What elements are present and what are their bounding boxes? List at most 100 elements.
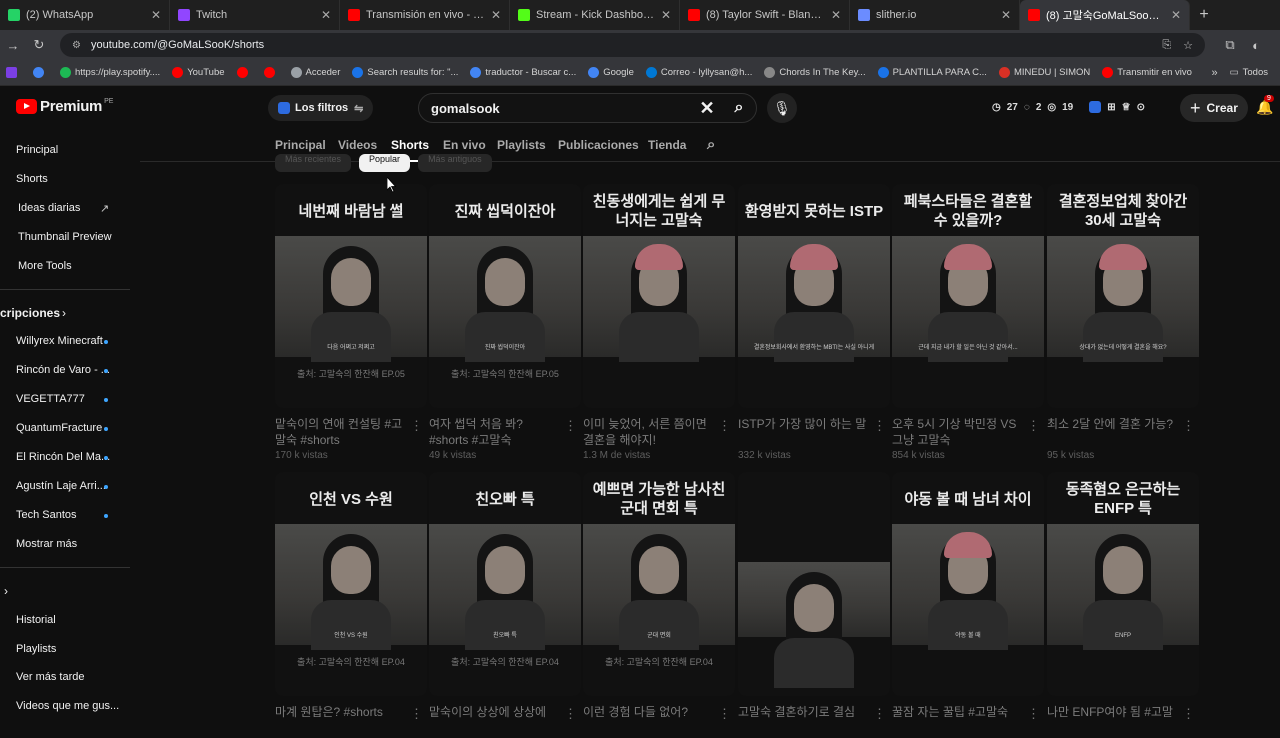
tab-videos[interactable]: Videos xyxy=(338,138,377,152)
short-card[interactable]: 친동생에게는 쉽게 무너지는 고말숙이미 늦었어, 서른 쯤이면 결혼을 해야지… xyxy=(583,184,735,461)
search-input[interactable]: gomalsook xyxy=(431,101,500,116)
more-actions-icon[interactable]: ⋮ xyxy=(873,418,886,434)
browser-tab[interactable]: Transmisión en vivo - YouTube ✕ xyxy=(340,0,510,30)
browser-tab[interactable]: Stream - Kick Dashboard ✕ xyxy=(510,0,680,30)
close-tab-icon[interactable]: ✕ xyxy=(1171,8,1181,22)
short-card[interactable]: 고말숙 결혼하기로 결심 ⋮ xyxy=(738,472,890,738)
short-title[interactable]: ISTP가 가장 많이 하는 말 xyxy=(738,416,868,448)
bookmark-item[interactable] xyxy=(236,67,252,78)
sub-item[interactable]: Willyrex Minecraft xyxy=(16,335,103,347)
new-tab-icon[interactable]: + xyxy=(1190,6,1218,24)
extensions-icon[interactable]: ⧉ xyxy=(1217,37,1243,53)
short-title[interactable]: 이미 늦었어, 서른 쯤이면 결혼을 해야지! xyxy=(583,416,713,448)
close-tab-icon[interactable]: ✕ xyxy=(661,8,671,22)
notifications-icon[interactable]: 🔔 9 xyxy=(1256,95,1274,116)
sidebar-item-more-tools[interactable]: More Tools xyxy=(18,260,72,272)
channel-search-icon[interactable]: ⌕ xyxy=(707,136,715,153)
bookmark-item[interactable] xyxy=(263,67,279,78)
more-actions-icon[interactable]: ⋮ xyxy=(1182,418,1195,434)
trophy-icon[interactable]: ♕ xyxy=(1122,102,1131,113)
sub-item[interactable]: Rincón de Varo - ... xyxy=(16,364,110,376)
sidebar-item-history[interactable]: Historial xyxy=(16,614,56,626)
browser-tab[interactable]: Twitch ✕ xyxy=(170,0,340,30)
short-card[interactable]: 야동 볼 때 남녀 차이 야동 볼 때 꿀잠 자는 꿀팁 #고말숙 ⋮ xyxy=(892,472,1044,738)
show-more-button[interactable]: Mostrar más xyxy=(16,538,77,550)
sub-item[interactable]: Agustín Laje Arri... xyxy=(16,480,106,492)
short-card[interactable]: 인천 VS 수원 인천 VS 수원 출처: 고말숙의 한잔해 EP.04 마계 원탑은… xyxy=(275,472,427,738)
short-card[interactable]: 결혼정보업체 찾아간 30세 고말숙 상대가 없는데 어떻게 결혼을 해요? 최소 … xyxy=(1047,184,1199,461)
search-bar[interactable]: gomalsook ✕ ⌕ xyxy=(418,93,757,123)
short-title[interactable]: 맡숙이의 상상에 상상에 xyxy=(429,704,559,736)
short-thumbnail[interactable]: 동족혐오 은근하는 ENFP 특 ENFP xyxy=(1047,472,1199,696)
sub-item[interactable]: El Rincón Del Ma... xyxy=(16,451,110,463)
clear-search-icon[interactable]: ✕ xyxy=(692,98,722,119)
sidebar-item-liked[interactable]: Videos que me gus... xyxy=(16,700,119,712)
close-tab-icon[interactable]: ✕ xyxy=(151,8,161,22)
close-tab-icon[interactable]: ✕ xyxy=(831,8,841,22)
bookmark-app-icon[interactable] xyxy=(6,67,21,78)
short-title[interactable]: 최소 2달 안에 결혼 가능? xyxy=(1047,416,1177,448)
short-thumbnail[interactable]: 친동생에게는 쉽게 무너지는 고말숙 xyxy=(583,184,735,408)
chip-oldest[interactable]: Más antiguos xyxy=(418,154,492,172)
bookmark-item[interactable]: https://play.spotify.... xyxy=(60,67,160,78)
search-icon[interactable]: ⌕ xyxy=(722,99,756,117)
tab-en-vivo[interactable]: En vivo xyxy=(443,138,486,152)
sub-item[interactable]: QuantumFracture xyxy=(16,422,102,434)
short-title[interactable]: 오후 5시 기상 박민정 VS 그냥 고말숙 xyxy=(892,416,1022,448)
bookmark-item[interactable]: Acceder xyxy=(290,67,340,78)
reload-icon[interactable]: ↻ xyxy=(26,37,52,53)
bookmark-item[interactable]: Google xyxy=(588,67,634,78)
filters-button[interactable]: Los filtros ⇋ xyxy=(268,95,374,121)
site-info-icon[interactable]: ⚙ xyxy=(72,40,81,51)
profile-icon[interactable]: ◐ xyxy=(1243,38,1269,53)
close-tab-icon[interactable]: ✕ xyxy=(321,8,331,22)
browser-tab[interactable]: (8) Taylor Swift - Blank Space - ✕ xyxy=(680,0,850,30)
chip-popular[interactable]: Popular xyxy=(359,154,411,172)
tab-principal[interactable]: Principal xyxy=(275,138,326,152)
bookmark-item[interactable]: Search results for: "... xyxy=(352,67,458,78)
bookmark-item[interactable]: Chords In The Key... xyxy=(764,67,866,78)
bookmark-item[interactable]: traductor - Buscar c... xyxy=(470,67,576,78)
short-card[interactable]: 진짜 씹덕이잔아 진짜 씹덕이잔아 출처: 고말숙의 한잔해 EP.05 여자 썹덕 … xyxy=(429,184,581,461)
short-title[interactable]: 여자 썹덕 처음 봐? #shorts #고말숙 xyxy=(429,416,559,448)
more-actions-icon[interactable]: ⋮ xyxy=(718,418,731,434)
sub-item[interactable]: VEGETTA777 xyxy=(16,393,85,405)
short-title[interactable]: 나만 ENFP여야 됨 #고말 xyxy=(1047,704,1177,736)
voice-search-icon[interactable]: 🎙 xyxy=(767,93,797,123)
short-thumbnail[interactable]: 진짜 씹덕이잔아 진짜 씹덕이잔아 출처: 고말숙의 한잔해 EP.05 xyxy=(429,184,581,408)
bookmark-item[interactable]: MINEDU | SIMON xyxy=(998,67,1090,78)
google-bookmark-icon[interactable] xyxy=(33,67,48,78)
tab-publicaciones[interactable]: Publicaciones xyxy=(558,138,639,152)
url-field[interactable]: ⚙ youtube.com/@GoMaLSooK/shorts ⎘ ☆ xyxy=(60,33,1205,57)
short-card[interactable]: 예쁘면 가능한 남사친 군대 면회 특 군대 면회 출처: 고말숙의 한잔해 EP.… xyxy=(583,472,735,738)
subscriptions-heading[interactable]: cripciones xyxy=(0,306,60,320)
short-card[interactable]: 페북스타들은 결혼할 수 있을까? 근데 지금 내가 할 일은 아닌 것 같아서.… xyxy=(892,184,1044,461)
short-thumbnail[interactable]: 친오빠 특 친오빠 특 출처: 고말숙의 한잔해 EP.04 xyxy=(429,472,581,696)
more-actions-icon[interactable]: ⋮ xyxy=(1027,418,1040,434)
short-card[interactable]: 동족혐오 은근하는 ENFP 특 ENFP 나만 ENFP여야 됨 #고말 ⋮ xyxy=(1047,472,1199,738)
short-thumbnail[interactable]: 인천 VS 수원 인천 VS 수원 출처: 고말숙의 한잔해 EP.04 xyxy=(275,472,427,696)
short-card[interactable]: 네번째 바람남 썰 다음 어쩌고 저쩌고 출처: 고말숙의 한잔해 EP.05 맡숙이… xyxy=(275,184,427,461)
chevron-right-icon[interactable]: › xyxy=(62,306,66,320)
tab-playlists[interactable]: Playlists xyxy=(497,138,546,152)
sidebar-item-shorts[interactable]: Shorts xyxy=(16,173,48,185)
all-bookmarks-folder[interactable]: ▭ Todos xyxy=(1230,67,1268,78)
short-title[interactable]: 꿀잠 자는 꿀팁 #고말숙 xyxy=(892,704,1022,736)
short-thumbnail[interactable]: 환영받지 못하는 ISTP 결혼정보회사에서 환영하는 MBTI는 사실 아니게 xyxy=(738,184,890,408)
sidebar-item-playlists[interactable]: Playlists xyxy=(16,643,56,655)
sidebar-item-principal[interactable]: Principal xyxy=(16,144,58,156)
you-chevron-icon[interactable]: › xyxy=(4,584,8,598)
sidebar-item-ideas[interactable]: Ideas diarias xyxy=(18,202,80,214)
extension-icon[interactable] xyxy=(1089,101,1102,113)
bookmark-item[interactable]: PLANTILLA PARA C... xyxy=(877,67,987,78)
sidebar-item-thumbnail-preview[interactable]: Thumbnail Preview xyxy=(18,231,112,243)
bookmark-star-icon[interactable]: ☆ xyxy=(1183,39,1193,52)
tab-shorts[interactable]: Shorts xyxy=(391,138,430,162)
bookmark-item[interactable]: Transmitir en vivo xyxy=(1102,67,1192,78)
bookmarks-overflow-button[interactable]: » xyxy=(1212,67,1218,79)
chip-recent[interactable]: Más recientes xyxy=(275,154,352,172)
short-title[interactable]: 맡숙이의 연애 컨설팅 #고말숙 #shorts xyxy=(275,416,405,448)
status-icon[interactable]: ⊙ xyxy=(1137,102,1145,113)
short-title[interactable]: 고말숙 결혼하기로 결심 xyxy=(738,704,868,736)
ext-grid-icon[interactable]: ⊞ xyxy=(1107,102,1115,113)
